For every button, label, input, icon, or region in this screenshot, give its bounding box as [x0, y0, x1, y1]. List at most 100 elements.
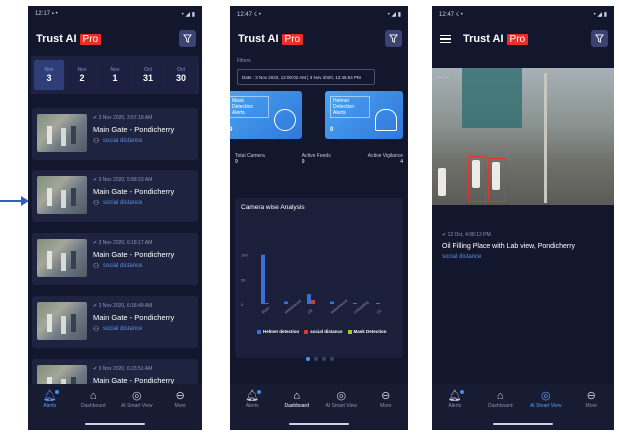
date-chip[interactable]: Oct 31	[133, 60, 163, 90]
home-indicator	[85, 423, 145, 425]
nav-ai-smart-view[interactable]: ◎ AI Smart View	[321, 390, 361, 409]
page-dot[interactable]	[330, 357, 334, 361]
nav-dashboard[interactable]: ⌂ Dashboard	[73, 390, 113, 409]
alert-card[interactable]: ✔ 3 Nov 2020, 3:57:18 AM Main Gate - Pon…	[32, 108, 198, 160]
status-bar: 12:47 ☇ • • ◢ ▮	[237, 11, 401, 18]
date-chip[interactable]: Nov 1	[100, 60, 130, 90]
menu-icon[interactable]	[440, 34, 451, 44]
page-dot[interactable]	[322, 357, 326, 361]
more-icon: ⊖	[586, 390, 596, 402]
app-title: Trust AI	[463, 33, 504, 45]
status-time: 12:47	[237, 11, 253, 18]
alert-thumbnail	[37, 114, 87, 152]
date-day: 3	[46, 73, 52, 83]
people-icon: ⚇	[93, 263, 100, 270]
alert-cards: Mask Detection Alerts 9 Helmet Detection…	[230, 91, 408, 147]
nav-label: AI Smart View	[325, 403, 358, 409]
alert-time: ✔ 12 Oct, 4:08:13 PM	[442, 232, 491, 238]
signal-battery-icon: • ◢ ▮	[181, 11, 195, 18]
stat-value: 9	[235, 159, 238, 165]
alert-card[interactable]: ✔ 3 Nov 2020, 6:18:17 AM Main Gate - Pon…	[32, 233, 198, 285]
status-time: 12:47	[439, 11, 455, 18]
date-chip[interactable]: Nov 2	[67, 60, 97, 90]
helmet-detection-card[interactable]: Helmet Detection Alerts 0	[325, 91, 403, 139]
nav-dashboard[interactable]: ⌂ Dashboard	[277, 390, 317, 409]
nav-ai-smart-view[interactable]: ◎ AI Smart View	[117, 390, 157, 409]
mask-icon	[274, 109, 296, 131]
alert-location: Main Gate - Pondicherry	[93, 313, 175, 322]
legend-item: social distance	[304, 329, 343, 334]
feed-structure	[462, 68, 522, 128]
nav-alerts[interactable]: 🔔︎ Alerts	[30, 390, 70, 409]
alert-card[interactable]: ✔ 3 Nov 2020, 5:58:23 AM Main Gate - Pon…	[32, 170, 198, 222]
x-tick-label: Warehouse	[283, 297, 302, 314]
alert-location: Main Gate - Pondicherry	[93, 250, 175, 259]
legend-item: Mask Detection	[347, 329, 387, 334]
nav-label: More	[585, 403, 597, 409]
legend-label: Mask Detection	[353, 329, 387, 334]
chart-bar	[265, 303, 269, 304]
alert-location: Main Gate - Pondicherry	[93, 187, 175, 196]
detection-box	[468, 156, 486, 202]
alert-type: social distance	[103, 200, 143, 206]
stat-value: 9	[301, 159, 305, 165]
pointer-arrow	[0, 196, 29, 206]
pro-badge: Pro	[281, 33, 304, 45]
chart-bar	[284, 301, 288, 304]
feed-hud: ▬▬ ▬	[436, 74, 450, 79]
page-dot[interactable]	[314, 357, 318, 361]
date-chip[interactable]: Oct 30	[166, 60, 196, 90]
filter-button[interactable]	[591, 30, 608, 47]
bell-icon: 🔔︎	[447, 390, 464, 402]
alert-location: Oil Filling Place with Lab view, Pondich…	[442, 243, 576, 250]
alert-location: Main Gate - Pondicherry	[93, 125, 175, 134]
status-time: 12:17	[35, 11, 51, 17]
chart-bar	[307, 294, 311, 304]
camera-analysis-panel: Camera wise Analysis 100 50 0 Main Warehouse…	[235, 198, 403, 358]
page-dot[interactable]	[306, 357, 310, 361]
stat-value: 4	[400, 159, 403, 165]
alert-thumbnail	[37, 239, 87, 277]
alert-card[interactable]: ✔ 3 Nov 2020, 6:18:49 AM Main Gate - Pon…	[32, 296, 198, 348]
alert-thumbnail	[37, 302, 87, 340]
nav-label: Dashboard	[81, 403, 106, 409]
y-tick-label: 50	[241, 277, 246, 282]
alert-time: ✔ 3 Nov 2020, 5:58:23 AM	[93, 177, 153, 183]
date-range-field[interactable]: Date : 3 Nov 2020, 12:00:02 AM | 3 Nov 2…	[237, 69, 375, 85]
card-value: 9	[230, 127, 233, 133]
app-title: Trust AI	[36, 33, 77, 45]
nav-alerts[interactable]: 🔔︎ Alerts	[232, 390, 272, 409]
filter-icon	[183, 34, 192, 43]
nav-more[interactable]: ⊖ More	[160, 390, 200, 409]
stat-label: Active Feeds	[301, 153, 331, 159]
detection-box	[488, 158, 506, 202]
people-icon: ⚇	[93, 200, 100, 207]
nav-alerts[interactable]: 🔔︎ Alerts	[435, 390, 475, 409]
stat-total-camera: Total Camera 9	[235, 153, 265, 165]
x-tick-label: Main	[260, 305, 270, 314]
bottom-nav: 🔔︎ Alerts ⌂ Dashboard ◎ AI Smart View ⊖ More	[230, 384, 408, 430]
bottom-nav: 🔔︎ Alerts ⌂ Dashboard ◎ AI Smart View ⊖ More	[28, 384, 202, 430]
filters-label: Filters	[237, 58, 251, 64]
nav-ai-smart-view[interactable]: ◎ AI Smart View	[526, 390, 566, 409]
signal-battery-icon: • ◢ ▮	[593, 11, 607, 18]
y-tick-label: 100	[241, 253, 248, 258]
people-icon: ⚇	[93, 326, 100, 333]
nav-more[interactable]: ⊖ More	[366, 390, 406, 409]
filter-button[interactable]	[385, 30, 402, 47]
nav-label: Alerts	[448, 403, 462, 409]
camera-feed[interactable]: ▬▬ ▬	[432, 68, 614, 205]
chart-bar	[330, 301, 334, 304]
nav-label: More	[380, 403, 392, 409]
card-label: Helmet Detection Alerts	[330, 96, 370, 118]
filter-button[interactable]	[179, 30, 196, 47]
nav-more[interactable]: ⊖ More	[571, 390, 611, 409]
mask-detection-card[interactable]: Mask Detection Alerts 9	[230, 91, 302, 139]
card-label: Mask Detection Alerts	[230, 96, 269, 118]
nav-dashboard[interactable]: ⌂ Dashboard	[480, 390, 520, 409]
pro-badge: Pro	[79, 33, 102, 45]
date-chip[interactable]: Nov 3	[34, 60, 64, 90]
stat-active-vigilance: Active Vigilance 4	[368, 153, 403, 165]
nav-label: Alerts	[245, 403, 259, 409]
alert-time: ✔ 3 Nov 2020, 3:57:18 AM	[93, 115, 153, 121]
